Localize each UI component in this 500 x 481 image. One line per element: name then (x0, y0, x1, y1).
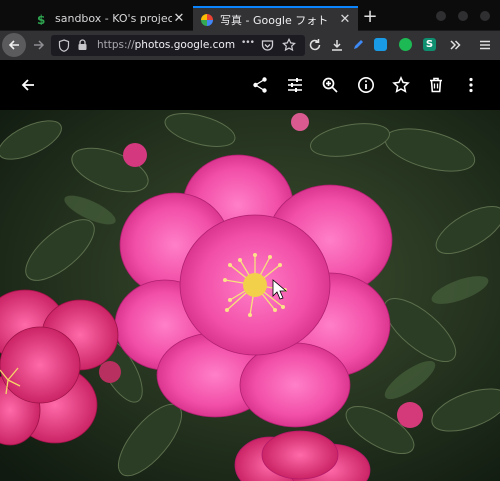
back-button[interactable] (2, 33, 26, 57)
extension-blue-icon[interactable] (374, 38, 387, 51)
url-bar[interactable]: https://photos.google.com ••• (51, 35, 305, 56)
more-tools-button[interactable] (444, 34, 466, 56)
pocket-icon[interactable] (261, 39, 274, 52)
favorite-button[interactable] (389, 73, 413, 97)
extension-pen-button[interactable] (347, 34, 369, 56)
page-actions-button[interactable]: ••• (241, 38, 255, 48)
tune-icon (288, 78, 302, 92)
back-to-photos-button[interactable] (16, 73, 40, 97)
browser-toolbar: https://photos.google.com ••• S (0, 31, 500, 60)
zoom-button[interactable] (318, 73, 342, 97)
tab-title: sandbox - KO's project (55, 12, 172, 25)
zoom-in-icon (322, 77, 338, 93)
double-chevron-icon (450, 40, 461, 50)
pen-icon (354, 40, 363, 49)
shield-icon[interactable] (58, 39, 70, 52)
hamburger-icon (480, 40, 490, 50)
arrow-back-icon (21, 79, 34, 91)
camellia-photo (0, 110, 500, 481)
share-icon (253, 77, 267, 93)
delete-button[interactable] (424, 73, 448, 97)
browser-tab-strip: $ sandbox - KO's project ✕ 写真 - Google フ… (0, 0, 500, 31)
trash-icon (430, 77, 442, 93)
bookmark-star-icon[interactable] (282, 38, 296, 52)
dollar-icon: $ (36, 13, 48, 25)
svg-text:$: $ (37, 13, 45, 25)
close-tab-icon[interactable]: ✕ (338, 12, 352, 27)
info-icon (358, 77, 374, 93)
extension-s-icon[interactable]: S (423, 38, 436, 51)
tab-sandbox[interactable]: $ sandbox - KO's project ✕ (28, 6, 192, 31)
window-maximize-button[interactable] (458, 11, 468, 21)
download-button[interactable] (326, 34, 348, 56)
url-host: photos.google.com (134, 39, 236, 51)
share-button[interactable] (248, 73, 272, 97)
extension-green-icon[interactable] (399, 38, 412, 51)
reload-button[interactable] (304, 34, 326, 56)
arrow-left-icon (8, 40, 19, 50)
google-photos-icon (201, 13, 213, 26)
lock-icon[interactable] (77, 39, 88, 51)
close-tab-icon[interactable]: ✕ (172, 11, 186, 26)
window-close-button[interactable] (480, 11, 490, 21)
url-prefix: https:// (97, 39, 135, 51)
photo-viewer-header (0, 60, 500, 110)
reload-icon (309, 39, 321, 51)
tab-google-photos[interactable]: 写真 - Google フォト ✕ (193, 6, 358, 31)
star-outline-icon (392, 76, 410, 93)
forward-button[interactable] (28, 34, 50, 56)
edit-button[interactable] (283, 73, 307, 97)
info-button[interactable] (354, 73, 378, 97)
more-vertical-icon (469, 77, 473, 93)
photo-display[interactable] (0, 110, 500, 481)
arrow-right-icon (34, 40, 45, 50)
more-options-button[interactable] (459, 73, 483, 97)
window-minimize-button[interactable] (436, 11, 446, 21)
menu-button[interactable] (474, 34, 496, 56)
url-text: https://photos.google.com (97, 39, 237, 51)
download-icon (332, 40, 342, 51)
new-tab-button[interactable]: + (360, 7, 380, 27)
tab-title: 写真 - Google フォト (220, 13, 329, 27)
